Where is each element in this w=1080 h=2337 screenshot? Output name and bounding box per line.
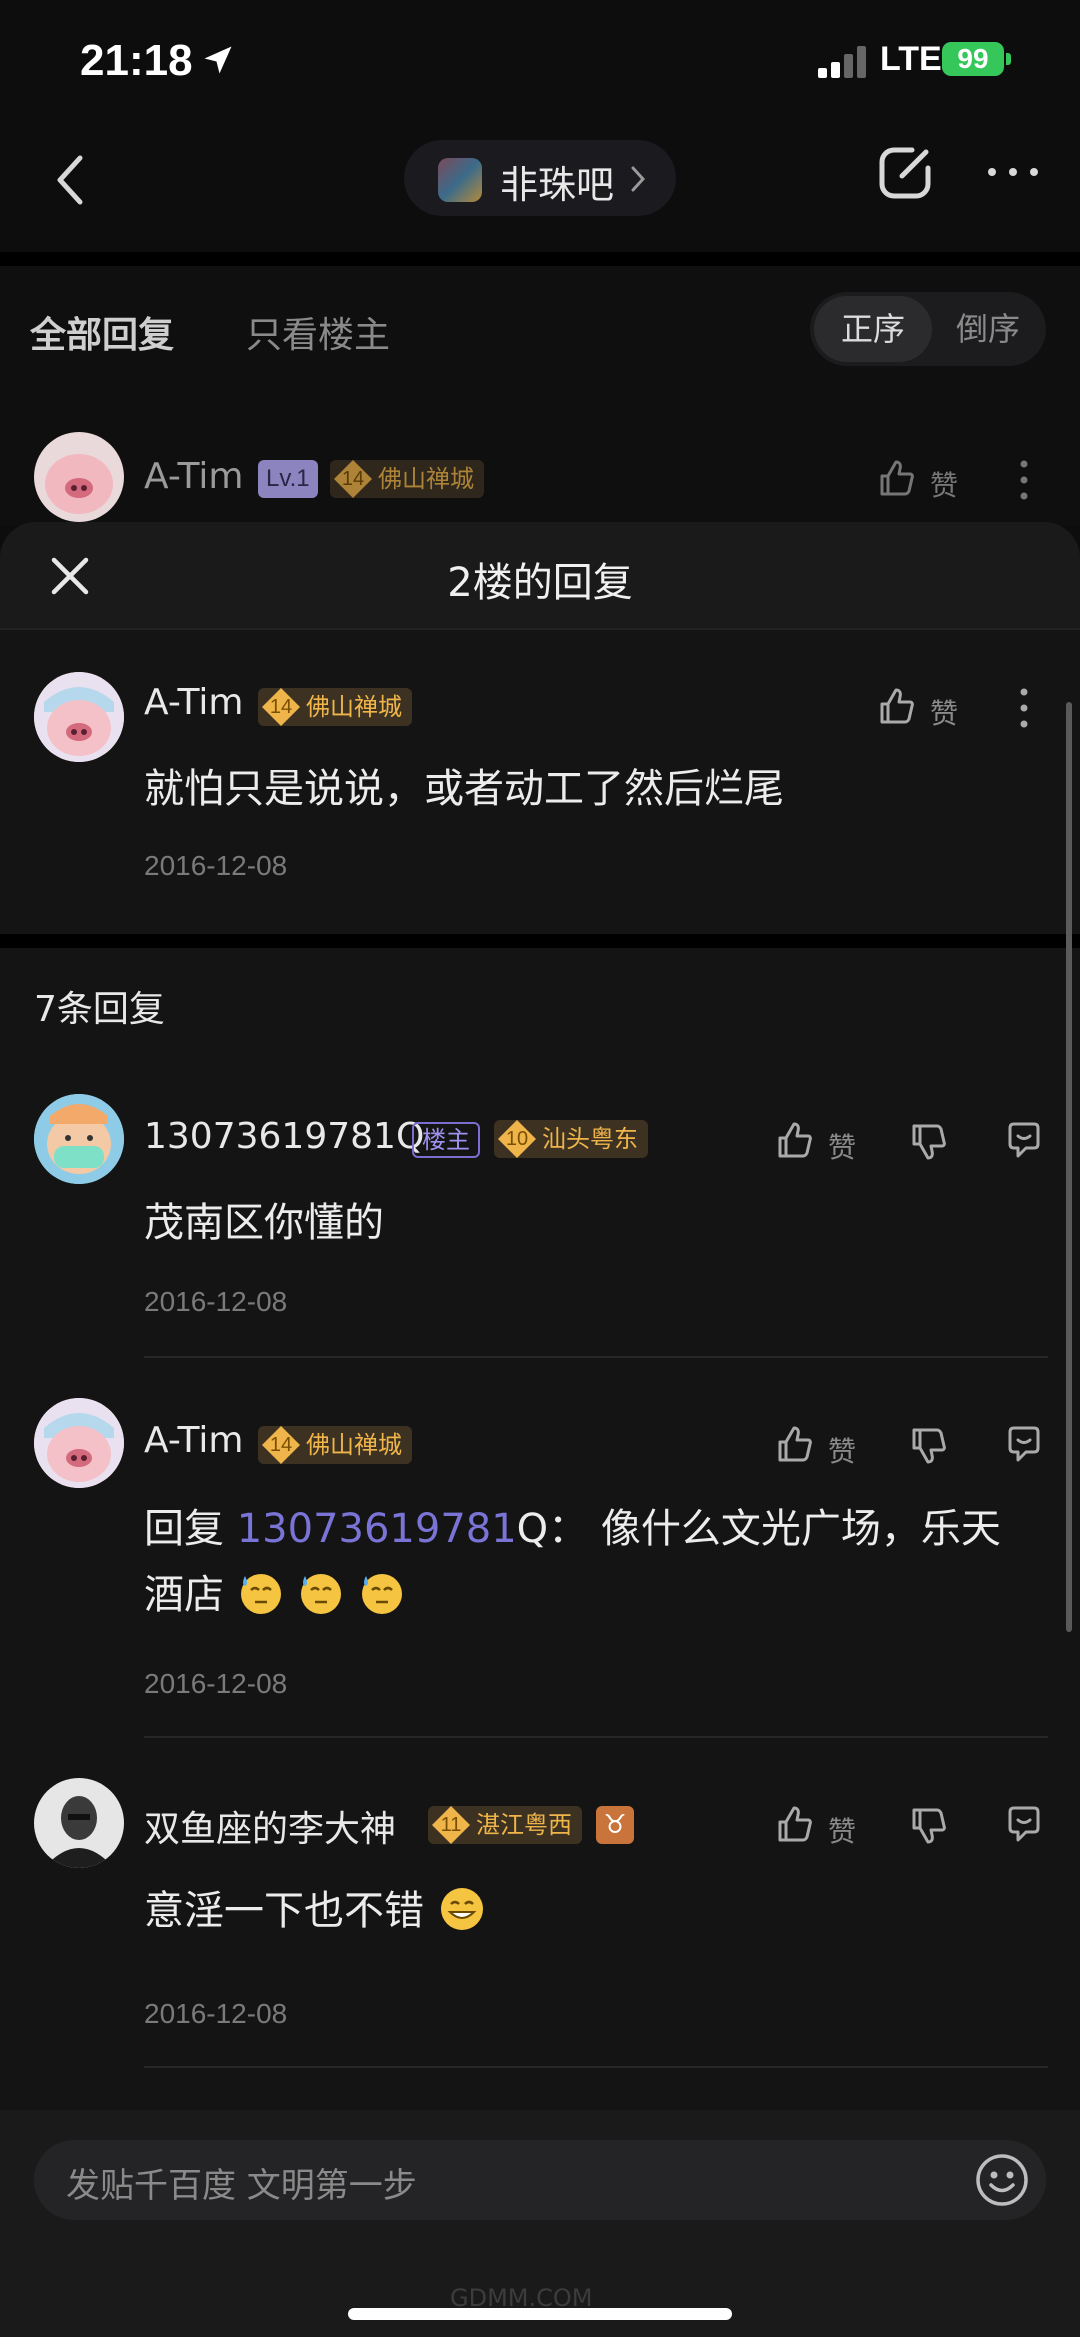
battery-icon: 99 xyxy=(942,42,1004,76)
username[interactable]: 13073619781Q xyxy=(144,1116,424,1157)
chevron-right-icon xyxy=(631,166,646,192)
network-type: LTE xyxy=(880,40,942,78)
like-label: 赞 xyxy=(930,697,959,730)
thumbs-up-icon[interactable] xyxy=(876,686,916,726)
username[interactable]: A-Tim xyxy=(144,682,243,723)
location-badge: 10 汕头粤东 xyxy=(494,1120,648,1158)
like-label: 赞 xyxy=(828,1131,857,1164)
reply-sheet: 2楼的回复 A-Tim 14 佛山禅城 赞 就怕只是说说，或者动工了然后烂尾 2… xyxy=(0,522,1080,2337)
avatar[interactable] xyxy=(34,1094,124,1184)
home-indicator[interactable] xyxy=(348,2308,732,2320)
like-label: 赞 xyxy=(930,469,959,502)
avatar[interactable] xyxy=(34,1778,124,1868)
mention-link[interactable]: 13073619781 xyxy=(237,1506,517,1552)
scrollbar[interactable] xyxy=(1066,702,1072,1632)
avatar[interactable] xyxy=(34,432,124,522)
reply-divider xyxy=(144,2066,1048,2068)
grin-emoji-icon xyxy=(440,1888,483,1930)
sheet-title: 2楼的回复 xyxy=(447,560,633,606)
reply-content: 回复 13073619781Q： 像什么文光广场，乐天 酒店 xyxy=(144,1496,1044,1628)
thumbs-up-icon[interactable] xyxy=(774,1424,814,1464)
more-icon[interactable] xyxy=(986,164,1040,180)
forum-avatar xyxy=(438,158,482,202)
reply-text-line2: 酒店 xyxy=(144,1572,224,1618)
status-bar: 21:18 LTE 99 xyxy=(0,0,1080,120)
op-badge: 楼主 xyxy=(412,1122,480,1158)
sheet-header: 2楼的回复 xyxy=(0,522,1080,630)
username[interactable]: A-Tim xyxy=(144,456,243,497)
kebab-menu-icon[interactable] xyxy=(1018,686,1030,730)
section-divider xyxy=(0,934,1080,948)
sweat-emoji-icon xyxy=(301,1574,342,1614)
post-date: 2016-12-08 xyxy=(144,850,288,881)
location-badge: 14 佛山禅城 xyxy=(258,1426,412,1464)
reply-divider xyxy=(144,1736,1048,1738)
sweat-emoji-icon xyxy=(240,1574,281,1614)
location-arrow-icon xyxy=(204,46,232,74)
comment-bar: 发贴千百度 文明第一步 GDMM.COM xyxy=(0,2110,1080,2337)
battery-cap xyxy=(1006,53,1011,65)
forum-name: 非珠吧 xyxy=(500,163,615,207)
signal-icon xyxy=(818,44,870,78)
username[interactable]: A-Tim xyxy=(144,1420,243,1461)
location-badge: 14 佛山禅城 xyxy=(330,460,484,498)
comment-icon[interactable] xyxy=(1004,1804,1044,1844)
emoji-icon[interactable] xyxy=(974,2152,1030,2208)
reply-text: 意淫一下也不错 xyxy=(144,1888,424,1934)
like-label: 赞 xyxy=(828,1435,857,1468)
avatar[interactable] xyxy=(34,1398,124,1488)
compose-icon[interactable] xyxy=(872,140,938,206)
back-chevron-icon[interactable] xyxy=(50,150,90,210)
replies-count: 7条回复 xyxy=(34,989,165,1030)
level-badge: Lv.1 xyxy=(258,460,318,498)
thread-background: 全部回复 只看楼主 正序 倒序 A-Tim Lv.1 14 佛山禅城 赞 xyxy=(0,266,1080,526)
reply-date: 2016-12-08 xyxy=(144,1668,288,1699)
reply-content: 茂南区你懂的 xyxy=(144,1200,384,1246)
sweat-emoji-icon xyxy=(362,1574,403,1614)
reply-date: 2016-12-08 xyxy=(144,1286,288,1317)
reply-prefix: 回复 xyxy=(144,1506,237,1552)
kebab-menu-icon[interactable] xyxy=(1018,458,1030,502)
input-placeholder: 发贴千百度 文明第一步 xyxy=(66,2166,417,2206)
main-post: A-Tim 14 佛山禅城 赞 就怕只是说说，或者动工了然后烂尾 2016-12… xyxy=(0,632,1080,934)
thumbs-up-icon[interactable] xyxy=(876,458,916,498)
location-badge: 11 湛江粤西 xyxy=(428,1806,582,1844)
forum-link[interactable]: 非珠吧 xyxy=(404,140,676,216)
comment-icon[interactable] xyxy=(1004,1424,1044,1464)
reply-date: 2016-12-08 xyxy=(144,1998,288,2029)
reply-text: Q： 像什么文光广场，乐天 xyxy=(516,1506,1001,1552)
thumbs-up-icon[interactable] xyxy=(774,1120,814,1160)
thumbs-down-icon[interactable] xyxy=(908,1122,948,1162)
status-time: 21:18 xyxy=(80,36,193,85)
nav-separator xyxy=(0,252,1080,266)
tab-only-op[interactable]: 只看楼主 xyxy=(246,306,390,358)
post-content: 就怕只是说说，或者动工了然后烂尾 xyxy=(144,766,784,812)
taurus-zodiac-icon: ♉ xyxy=(596,1806,634,1844)
thumbs-up-icon[interactable] xyxy=(774,1804,814,1844)
reply-content: 意淫一下也不错 xyxy=(144,1878,487,1944)
reply-divider xyxy=(144,1356,1048,1358)
location-badge: 14 佛山禅城 xyxy=(258,688,412,726)
thumbs-down-icon[interactable] xyxy=(908,1806,948,1846)
avatar[interactable] xyxy=(34,672,124,762)
sort-descending-button[interactable]: 倒序 xyxy=(934,296,1042,362)
comment-icon[interactable] xyxy=(1004,1120,1044,1160)
comment-input[interactable]: 发贴千百度 文明第一步 xyxy=(34,2140,1046,2220)
thumbs-down-icon[interactable] xyxy=(908,1426,948,1466)
tab-all-replies[interactable]: 全部回复 xyxy=(30,306,174,358)
username[interactable]: 双鱼座的李大神 xyxy=(144,1800,396,1852)
sort-toggle: 正序 倒序 xyxy=(810,292,1046,366)
nav-bar: 非珠吧 xyxy=(0,130,1080,230)
sort-ascending-button[interactable]: 正序 xyxy=(814,296,932,362)
like-label: 赞 xyxy=(828,1815,857,1848)
